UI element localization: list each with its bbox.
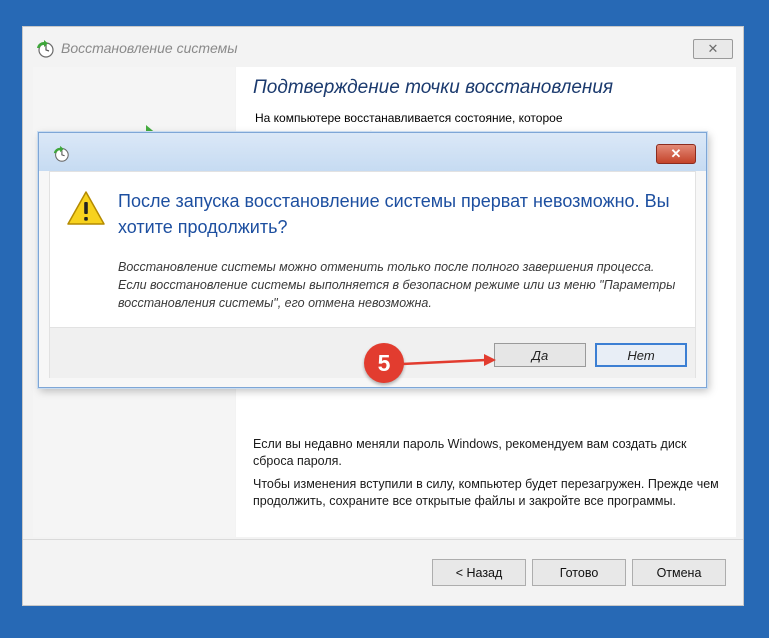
restore-description: На компьютере восстанавливается состояни… <box>255 111 563 125</box>
dialog-heading: После запуска восстановление системы пре… <box>118 191 670 237</box>
finish-button[interactable]: Готово <box>532 559 626 586</box>
password-reset-note: Если вы недавно меняли пароль Windows, р… <box>253 437 687 468</box>
pointer-arrow-icon <box>401 354 496 366</box>
step-number-badge: 5 <box>364 343 404 383</box>
system-restore-icon <box>53 145 69 162</box>
main-titlebar: Восстановление системы ✕ <box>23 27 743 67</box>
warning-icon <box>67 191 105 225</box>
dialog-message: Восстановление системы можно отменить то… <box>118 260 676 310</box>
no-button[interactable]: Нет <box>595 343 687 367</box>
cancel-button[interactable]: Отмена <box>632 559 726 586</box>
window-close-button[interactable]: ✕ <box>693 39 733 59</box>
footer-divider <box>23 539 743 540</box>
page-title: Подтверждение точки восстановления <box>253 77 614 98</box>
yes-button[interactable]: Да <box>494 343 586 367</box>
restart-warning-note: Чтобы изменения вступили в силу, компьют… <box>253 477 719 508</box>
dialog-close-button[interactable]: ✕ <box>656 144 696 164</box>
close-icon: ✕ <box>707 41 719 56</box>
close-icon: ✕ <box>670 146 682 161</box>
back-button[interactable]: < Назад <box>432 559 526 586</box>
system-restore-icon <box>37 40 54 58</box>
dialog-content: После запуска восстановление системы пре… <box>49 171 696 328</box>
window-title: Восстановление системы <box>61 40 238 56</box>
dialog-titlebar: ✕ <box>39 133 706 171</box>
